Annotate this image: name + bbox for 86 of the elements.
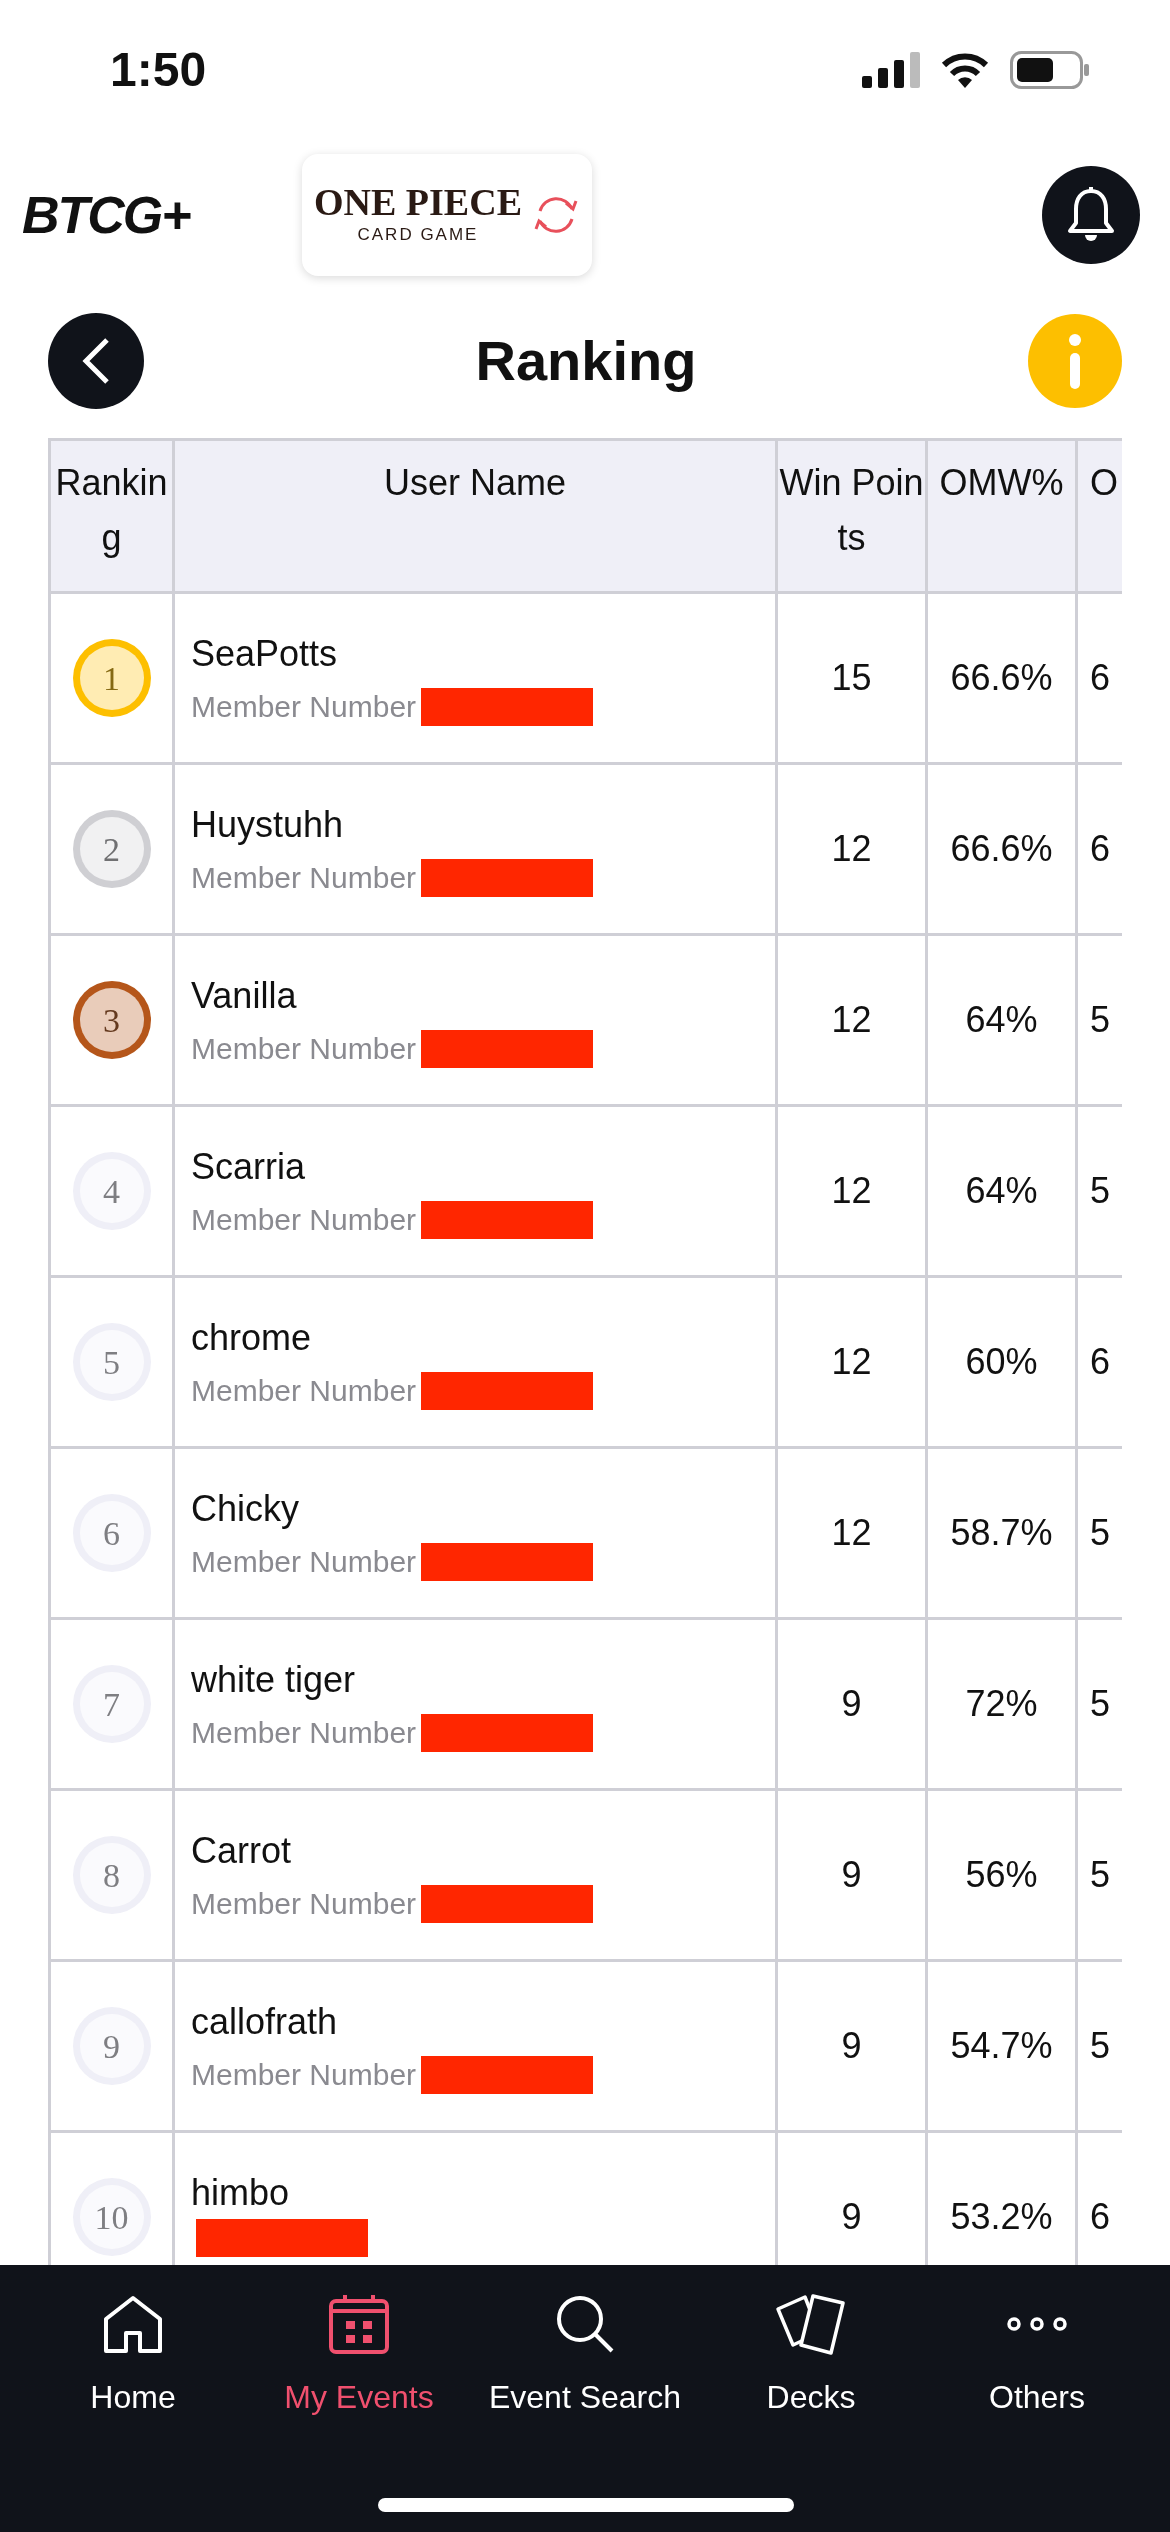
omw-cell: 60% [965,1341,1038,1382]
column-header: O [1090,462,1118,503]
omw-cell: 66.6% [950,828,1053,869]
user-name: Chicky [191,1487,301,1531]
rank-badge: 7 [72,1665,151,1743]
member-number-label: Member Number [191,689,417,725]
calendar-icon [328,2293,390,2355]
status-time: 1:50 [110,42,207,98]
rank-badge: 2 [72,810,151,888]
rank-badge: 9 [72,2007,151,2085]
search-icon [554,2293,616,2355]
rank-badge: 1 [72,639,151,717]
member-number-label: Member Number [191,1373,417,1409]
table-cell: 6 [1090,828,1111,869]
game-logo[interactable]: ONE PIECE CARD GAME [302,154,592,276]
member-number-label: Member Number [191,1202,417,1238]
omw-cell: 72% [965,1683,1038,1724]
rank-badge: 5 [72,1323,151,1401]
user-name: callofrath [191,2000,339,2044]
omw-cell: 64% [965,1170,1038,1211]
member-number-label: Member Number [191,2057,417,2093]
win-points-cell: 12 [831,1512,872,1553]
info-icon [1068,332,1082,389]
user-name: SeaPotts [191,632,339,676]
rank-badge: 6 [72,1494,151,1572]
user-name: Vanilla [191,974,298,1018]
win-points-cell: 12 [831,1341,872,1382]
rank-badge: 4 [72,1152,151,1230]
omw-cell: 54.7% [950,2025,1053,2066]
bell-icon [1067,187,1115,243]
tab-bar-item[interactable]: My Events [246,2293,472,2421]
win-points-cell: 9 [841,2196,862,2237]
brand-logo: BTCG+ [22,185,192,246]
column-header: User Name [383,462,566,503]
table-cell: 6 [1090,657,1111,698]
more-icon [1006,2317,1068,2331]
member-number-label: Member Number [191,860,417,896]
column-header: OMW% [939,462,1064,503]
member-number-label: Member Number [191,1886,417,1922]
user-name: Carrot [191,1829,293,1873]
user-name: chrome [191,1316,313,1360]
omw-cell: 58.7% [950,1512,1053,1553]
table-cell: 6 [1090,2196,1111,2237]
column-header: Win Points [779,462,924,558]
tab-bar-item[interactable]: Event Search [472,2293,698,2421]
cards-icon [775,2293,847,2355]
table-cell: 6 [1090,1341,1111,1382]
omw-cell: 56% [965,1854,1038,1895]
member-number-label: Member Number [191,1544,417,1580]
user-name: Scarria [191,1145,307,1189]
page-title: Ranking [475,327,697,394]
omw-cell: 53.2% [950,2196,1053,2237]
column-header: Ranking [55,462,168,558]
signal-icon [862,52,920,88]
table-cell: 5 [1090,1170,1111,1211]
rank-badge: 3 [72,981,151,1059]
member-number-label: Member Number [191,1715,417,1751]
omw-cell: 64% [965,999,1038,1040]
table-cell: 5 [1090,1854,1111,1895]
back-icon [81,336,111,385]
tab-bar-item[interactable]: Decks [698,2293,924,2421]
game-logo-title: ONE PIECE [314,182,522,223]
tab-bar-item[interactable]: Others [924,2293,1150,2421]
rank-badge: 10 [72,2178,151,2256]
member-number-label: Member Number [191,1031,417,1067]
home-icon [102,2293,164,2355]
game-logo-subtitle: CARD GAME [357,224,479,247]
win-points-cell: 9 [841,2025,862,2066]
table-cell: 5 [1090,2025,1111,2066]
win-points-cell: 12 [831,1170,872,1211]
user-name: white tiger [191,1658,357,1702]
win-points-cell: 12 [831,828,872,869]
table-cell: 5 [1090,999,1111,1040]
battery-icon [1010,51,1090,89]
table-cell: 5 [1090,1683,1111,1724]
win-points-cell: 9 [841,1854,862,1895]
win-points-cell: 15 [831,657,872,698]
wifi-icon [940,52,990,88]
user-name: himbo [191,2171,291,2215]
rank-badge: 8 [72,1836,151,1914]
tab-bar-item[interactable]: Home [20,2293,246,2421]
table-cell: 5 [1090,1512,1111,1553]
win-points-cell: 9 [841,1683,862,1724]
omw-cell: 66.6% [950,657,1053,698]
win-points-cell: 12 [831,999,872,1040]
user-name: Huystuhh [191,803,345,847]
